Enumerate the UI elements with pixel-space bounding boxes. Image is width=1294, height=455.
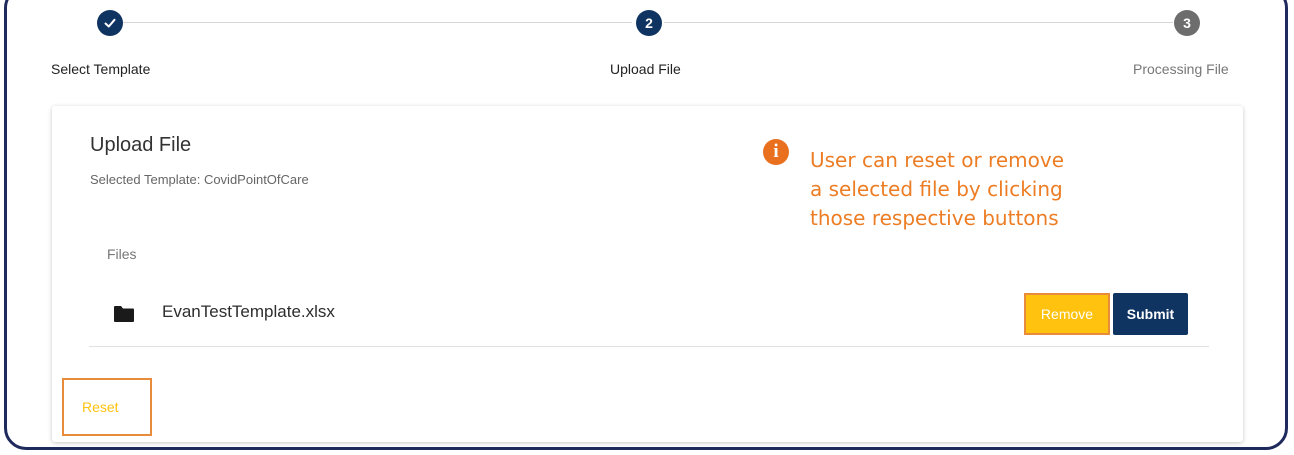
file-name: EvanTestTemplate.xlsx xyxy=(162,302,335,321)
annotation-line: User can reset or remove xyxy=(810,148,1065,172)
step-label-processing-file: Processing File xyxy=(1133,61,1229,77)
step-label-upload-file: Upload File xyxy=(610,61,681,77)
annotation-line: those respective buttons xyxy=(810,206,1059,230)
step-1-completed-circle[interactable] xyxy=(97,10,123,36)
annotation-callout: User can reset or remove a selected file… xyxy=(810,146,1110,233)
stepper-connector xyxy=(664,22,1173,23)
selected-template-text: Selected Template: CovidPointOfCare xyxy=(90,172,309,187)
info-icon: i xyxy=(763,139,789,165)
step-number: 3 xyxy=(1183,15,1191,31)
file-row: EvanTestTemplate.xlsx Remove Submit xyxy=(89,286,1209,347)
files-label: Files xyxy=(107,246,137,262)
step-label-select-template: Select Template xyxy=(51,61,151,77)
remove-button[interactable]: Remove xyxy=(1024,293,1110,335)
reset-button[interactable]: Reset xyxy=(62,378,152,436)
step-3-circle[interactable]: 3 xyxy=(1174,10,1200,36)
card-title: Upload File xyxy=(90,134,192,156)
step-number: 2 xyxy=(645,15,653,31)
annotation-line: a selected file by clicking xyxy=(810,177,1063,201)
stepper-connector xyxy=(121,22,632,23)
check-icon xyxy=(104,18,116,28)
submit-button[interactable]: Submit xyxy=(1113,293,1188,335)
info-icon-glyph: i xyxy=(773,141,779,162)
folder-icon xyxy=(114,306,134,322)
step-2-circle[interactable]: 2 xyxy=(636,10,662,36)
